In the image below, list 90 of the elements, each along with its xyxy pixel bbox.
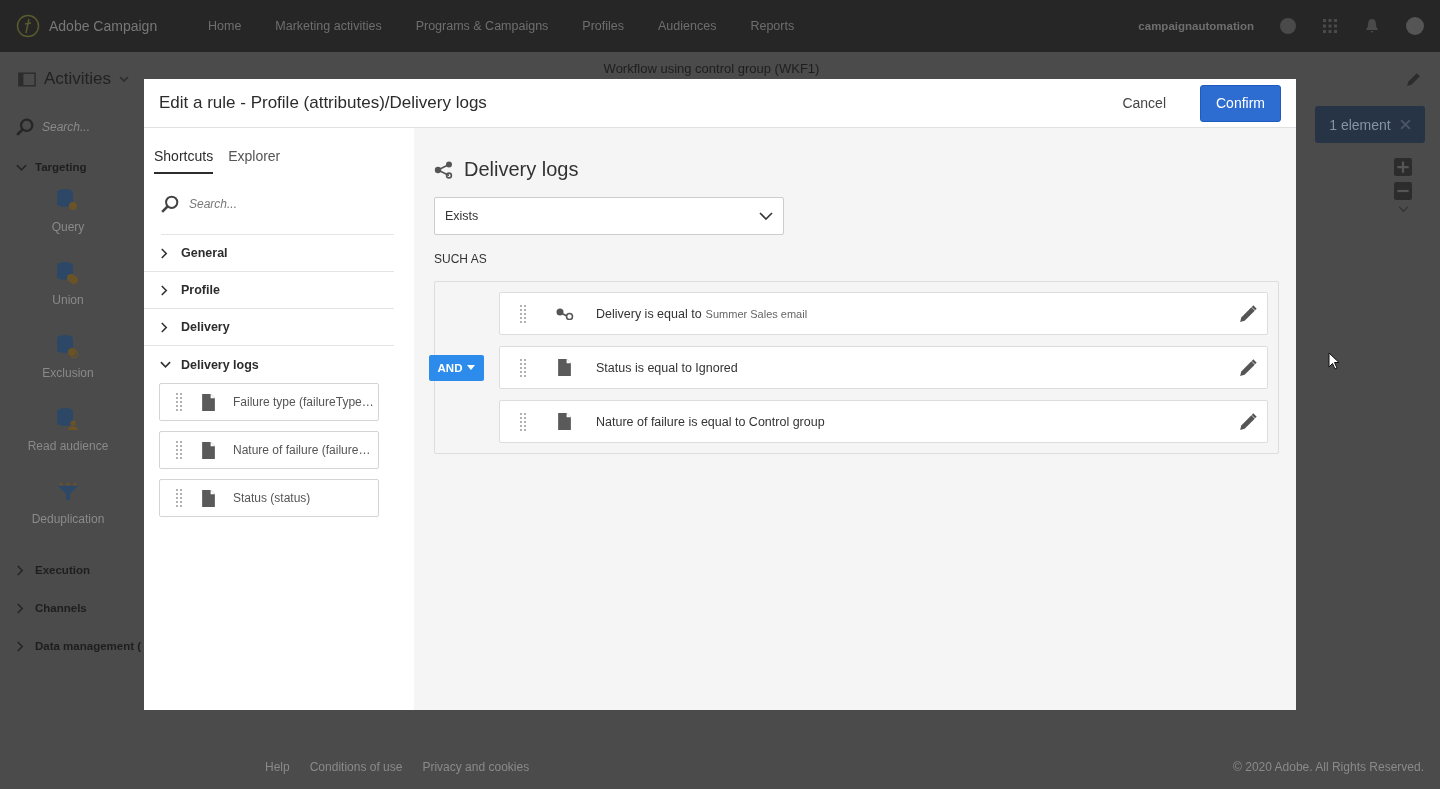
logic-dropdown[interactable]: AND — [429, 354, 484, 381]
nav-link[interactable]: Programs & Campaigns — [415, 19, 549, 33]
database-icon — [56, 407, 80, 431]
tab[interactable]: Shortcuts — [154, 148, 214, 174]
drag-handle-icon — [520, 358, 526, 377]
panel-icon — [18, 71, 36, 87]
chevron-right-icon — [16, 640, 24, 652]
pencil-icon[interactable] — [1239, 358, 1257, 377]
drag-handle-icon — [520, 304, 526, 323]
document-icon — [202, 393, 215, 411]
chevron-down-icon — [160, 360, 171, 369]
edit-icon[interactable] — [1405, 70, 1422, 88]
pencil-icon[interactable] — [1239, 412, 1257, 431]
copyright-text: © 2020 Adobe. All Rights Reserved. — [1233, 760, 1424, 774]
caret-icon — [467, 365, 476, 370]
database-icon — [56, 334, 80, 358]
dialog-title: Edit a rule - Profile (attributes)/Delivery logs — [159, 93, 488, 113]
search-field[interactable]: Search... — [16, 106, 144, 148]
condition-row[interactable]: Nature of failure is equal to Control group — [499, 400, 1268, 443]
operator-dropdown[interactable]: Exists — [434, 197, 784, 235]
app-name: Adobe Campaign — [49, 18, 158, 34]
search-icon — [16, 118, 34, 136]
field-card[interactable]: Failure type (failureType… — [159, 383, 379, 421]
apps-grid-icon[interactable] — [1322, 18, 1338, 34]
avatar-icon[interactable] — [1406, 17, 1424, 35]
chevron-down-icon — [759, 212, 773, 220]
chevron-right-icon — [160, 284, 168, 296]
nav-link[interactable]: Profiles — [582, 19, 625, 33]
cancel-button[interactable]: Cancel — [1122, 95, 1166, 111]
activity-label[interactable]: Exclusion — [42, 366, 94, 380]
chevron-right-icon — [16, 602, 24, 614]
condition-row[interactable]: Delivery is equal to Summer Sales email — [499, 292, 1268, 335]
condition-row[interactable]: Status is equal to Ignored — [499, 346, 1268, 389]
field-label: Failure type (failureType… — [233, 395, 374, 409]
field-card[interactable]: Nature of failure (failure… — [159, 431, 379, 469]
section-label: SUCH AS — [434, 252, 488, 266]
search-field[interactable]: Search... — [187, 196, 367, 212]
confirm-button[interactable]: Confirm — [1200, 84, 1281, 122]
drag-handle-icon — [176, 441, 182, 459]
zoom-out-icon[interactable] — [1394, 182, 1412, 200]
mouse-cursor-icon — [1328, 352, 1340, 370]
tab[interactable]: Explorer — [228, 148, 281, 174]
field-label: Nature of failure (failure… — [233, 443, 371, 457]
nav-link[interactable]: Reports — [750, 19, 795, 33]
condition-text: Delivery is equal to — [596, 306, 702, 321]
bell-icon[interactable] — [1364, 18, 1380, 34]
tree-node[interactable]: Profile — [144, 272, 394, 309]
document-icon — [558, 413, 571, 430]
database-icon — [56, 261, 80, 285]
tree-node[interactable]: Delivery logs — [144, 346, 394, 383]
nav-link[interactable]: Marketing activities — [275, 19, 382, 33]
drag-handle-icon — [176, 489, 182, 507]
document-icon — [202, 441, 215, 459]
user-name[interactable]: campaignautomation — [1138, 20, 1254, 32]
selection-badge[interactable]: 1 element — [1315, 106, 1425, 143]
link-node-icon — [434, 160, 454, 179]
panel-title: Delivery logs — [464, 158, 579, 181]
search-icon — [161, 195, 179, 213]
footer-link[interactable]: Privacy and cookies — [422, 760, 530, 774]
document-icon — [202, 489, 215, 507]
zoom-in-icon[interactable] — [1394, 158, 1412, 176]
chevron-right-icon — [160, 321, 168, 333]
condition-value: Summer Sales email — [705, 307, 808, 320]
pencil-icon[interactable] — [1239, 304, 1257, 323]
tree-node[interactable]: General — [144, 235, 394, 272]
logo-icon — [16, 14, 40, 38]
nav-link[interactable]: Home — [208, 19, 242, 33]
activity-label[interactable]: Deduplication — [31, 512, 105, 526]
activity-label[interactable]: Union — [52, 293, 84, 307]
drag-handle-icon — [520, 412, 526, 431]
field-card[interactable]: Status (status) — [159, 479, 379, 517]
nav-link[interactable]: Audiences — [658, 19, 717, 33]
activity-label[interactable]: Read audience — [27, 439, 109, 453]
tree-node[interactable]: Delivery — [144, 309, 394, 346]
caret-icon — [119, 76, 130, 82]
footer-link[interactable]: Help — [265, 760, 290, 774]
chevron-right-icon — [16, 564, 24, 576]
close-icon[interactable] — [1399, 119, 1411, 130]
chevron-right-icon — [160, 247, 168, 259]
footer-link[interactable]: Conditions of use — [309, 760, 403, 774]
document-icon — [558, 359, 571, 376]
field-label: Status (status) — [233, 491, 311, 505]
activity-label[interactable]: Query — [51, 220, 85, 234]
condition-text: Nature of failure is equal to Control group — [596, 414, 825, 429]
chevron-down-icon — [16, 162, 27, 172]
drag-handle-icon — [176, 393, 182, 411]
condition-text: Status is equal to Ignored — [596, 360, 738, 375]
link-node-icon — [556, 307, 574, 320]
database-icon — [56, 188, 80, 212]
chevron-down-icon[interactable] — [1397, 206, 1409, 213]
